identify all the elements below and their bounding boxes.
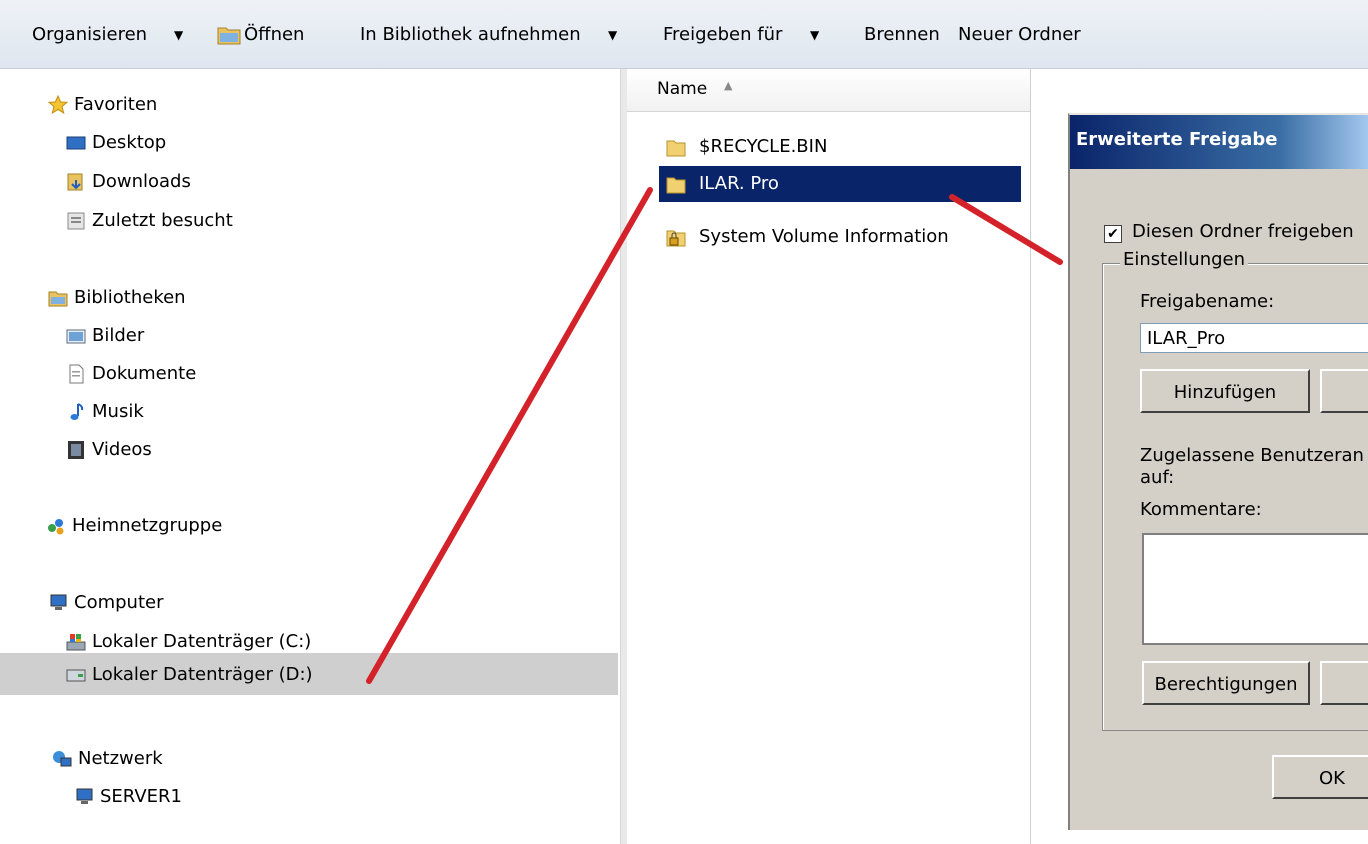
nav-label: Lokaler Datenträger (D:) xyxy=(92,664,313,685)
open-button[interactable]: Öffnen xyxy=(244,24,304,46)
music-icon xyxy=(70,403,84,420)
file-row[interactable]: System Volume Information xyxy=(659,219,1021,255)
file-row-selected[interactable]: ILAR. Pro xyxy=(659,166,1021,202)
burn-button[interactable]: Brennen xyxy=(864,24,940,46)
caching-button[interactable] xyxy=(1320,661,1368,705)
desktop-icon xyxy=(66,136,86,150)
new-folder-button[interactable]: Neuer Ordner xyxy=(958,24,1081,46)
ok-button[interactable]: OK xyxy=(1272,755,1368,799)
add-button[interactable]: Hinzufügen xyxy=(1140,369,1310,413)
dialog-titlebar[interactable]: Erweiterte Freigabe xyxy=(1070,115,1368,169)
pictures-icon xyxy=(66,329,86,344)
nav-label: Lokaler Datenträger (C:) xyxy=(92,631,312,652)
remove-button[interactable] xyxy=(1320,369,1368,413)
settings-group-label: Einstellungen xyxy=(1120,249,1249,270)
shared-folder-icon xyxy=(666,177,686,194)
column-header-label: Name xyxy=(657,79,708,99)
nav-label: Computer xyxy=(74,592,164,613)
chevron-down-icon[interactable]: ▼ xyxy=(174,24,183,46)
share-folder-checkbox-label[interactable]: Diesen Ordner freigeben xyxy=(1132,221,1354,242)
drive-icon xyxy=(66,669,86,682)
navigation-pane: Favoriten Desktop Downloads Zuletzt besu… xyxy=(0,69,620,844)
library-open-icon[interactable] xyxy=(216,22,242,46)
chevron-down-icon[interactable]: ▼ xyxy=(608,24,617,46)
computer-icon xyxy=(50,594,67,610)
homegroup-icon xyxy=(48,519,64,535)
permissions-button[interactable]: Berechtigungen xyxy=(1142,661,1310,705)
file-name: ILAR. Pro xyxy=(699,173,779,194)
comments-textarea[interactable] xyxy=(1142,533,1368,645)
locked-folder-icon xyxy=(666,230,686,247)
nav-label: Desktop xyxy=(92,132,167,153)
folder-icon xyxy=(666,140,686,157)
file-name: System Volume Information xyxy=(699,226,949,247)
dialog-title: Erweiterte Freigabe xyxy=(1076,129,1278,150)
command-bar: Organisieren ▼ Öffnen In Bibliothek aufn… xyxy=(0,0,1368,69)
nav-label: Zuletzt besucht xyxy=(92,210,233,231)
nav-label: Downloads xyxy=(92,171,191,192)
file-list: Name ▲ $RECYCLE.BIN ILAR. Pro System Vol… xyxy=(627,69,1030,844)
organize-button[interactable]: Organisieren xyxy=(32,24,147,46)
user-limit-label: Zugelassene Benutzeran xyxy=(1140,445,1364,466)
nav-label: Heimnetzgruppe xyxy=(72,515,223,536)
nav-label: Videos xyxy=(92,439,152,460)
file-name: $RECYCLE.BIN xyxy=(699,136,828,157)
nav-label: Musik xyxy=(92,401,144,422)
documents-icon xyxy=(69,364,84,384)
share-with-button[interactable]: Freigeben für xyxy=(663,24,782,46)
libraries-icon xyxy=(48,291,68,307)
share-name-label: Freigabename: xyxy=(1140,291,1275,312)
nav-label: Bibliotheken xyxy=(74,287,186,308)
user-limit-label-suffix: auf: xyxy=(1140,467,1175,488)
sort-ascending-icon: ▲ xyxy=(724,79,733,92)
videos-icon xyxy=(68,441,84,459)
add-to-library-button[interactable]: In Bibliothek aufnehmen xyxy=(360,24,581,46)
system-drive-icon xyxy=(66,634,86,651)
recent-places-icon xyxy=(67,212,85,230)
nav-label: SERVER1 xyxy=(100,786,182,807)
network-icon xyxy=(53,751,72,767)
comments-label: Kommentare: xyxy=(1140,499,1262,520)
downloads-icon xyxy=(67,173,83,191)
file-row[interactable]: $RECYCLE.BIN xyxy=(659,129,1021,165)
share-folder-checkbox[interactable]: ✔ xyxy=(1104,225,1122,243)
share-name-input[interactable]: ILAR_Pro xyxy=(1140,323,1368,353)
nav-label: Bilder xyxy=(92,325,145,346)
advanced-sharing-dialog: Erweiterte Freigabe ✔ Diesen Ordner frei… xyxy=(1068,113,1368,830)
nav-label: Favoriten xyxy=(74,94,158,115)
nav-label: Netzwerk xyxy=(78,748,163,769)
column-header-name[interactable]: Name ▲ xyxy=(627,69,1030,112)
computer-icon xyxy=(76,788,93,804)
nav-label: Dokumente xyxy=(92,363,197,384)
chevron-down-icon[interactable]: ▼ xyxy=(810,24,819,46)
star-icon xyxy=(48,95,68,115)
